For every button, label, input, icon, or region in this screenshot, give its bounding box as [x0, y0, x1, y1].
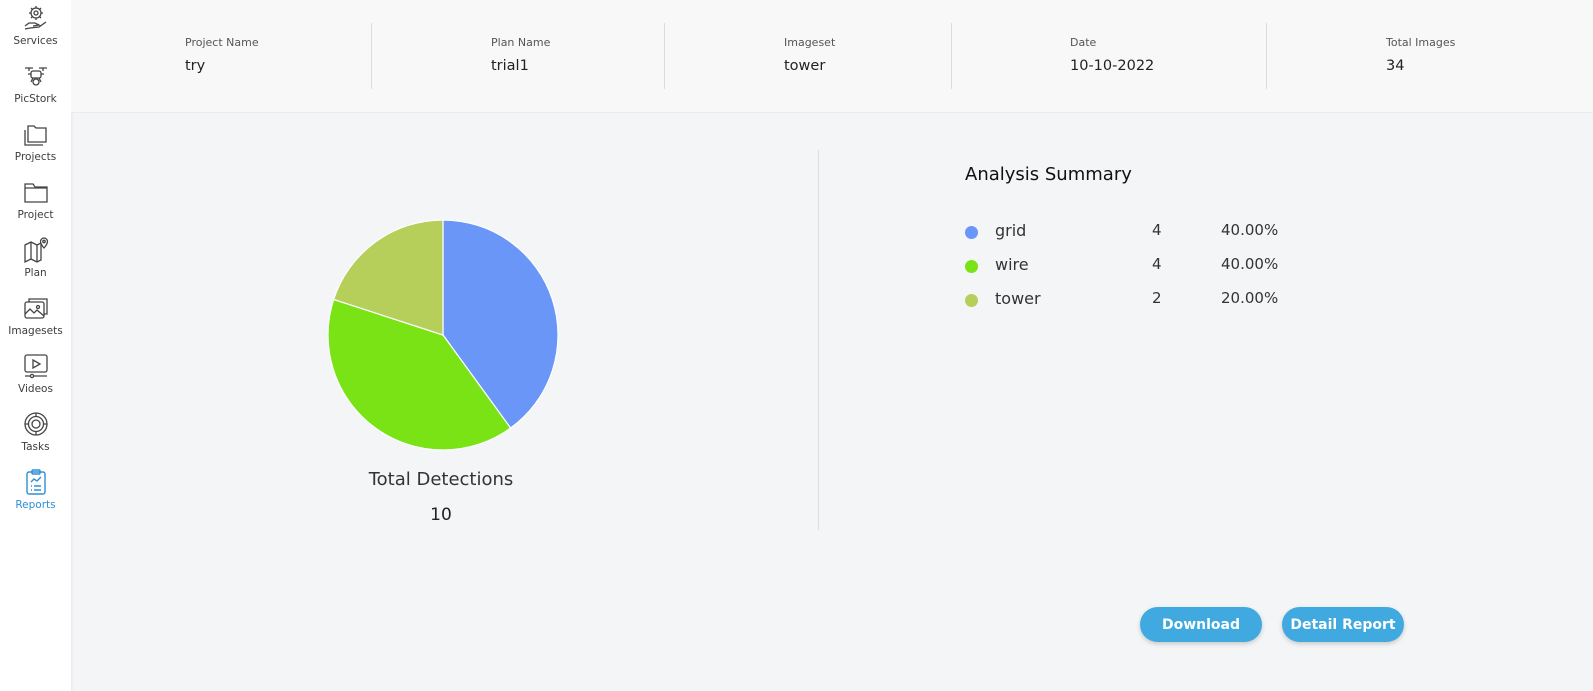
info-project-name: Project Name try — [185, 36, 259, 74]
nav-label: Plan — [24, 267, 47, 279]
total-detections-label: Total Detections — [368, 469, 514, 490]
info-label: Date — [1070, 36, 1097, 49]
info-plan-name: Plan Name trial1 — [491, 36, 550, 74]
divider — [371, 23, 372, 89]
map-pin-icon — [22, 236, 50, 264]
summary-name: grid — [995, 221, 1027, 240]
info-value: 10-10-2022 — [1070, 58, 1155, 74]
info-value: 34 — [1386, 58, 1405, 74]
images-icon — [22, 294, 50, 322]
info-value: trial1 — [491, 58, 529, 74]
info-imageset: Imageset tower — [784, 36, 835, 74]
summary-percent: 40.00% — [1221, 221, 1279, 239]
summary-count: 2 — [1152, 289, 1162, 307]
summary-row-grid: grid 4 40.00% — [965, 221, 1305, 243]
nav-label: Imagesets — [8, 325, 63, 337]
divider — [951, 23, 952, 89]
legend-dot — [965, 294, 978, 307]
summary-name: tower — [995, 289, 1041, 308]
nav-picstork[interactable]: PicStork — [0, 62, 71, 118]
sidebar: Services PicStork Projects Project Plan … — [0, 0, 71, 691]
summary-row-wire: wire 4 40.00% — [965, 255, 1305, 277]
legend-dot — [965, 260, 978, 273]
summary-count: 4 — [1152, 221, 1162, 239]
total-detections-value: 10 — [430, 505, 452, 525]
info-label: Total Images — [1386, 36, 1456, 49]
services-icon — [22, 4, 50, 32]
detail-report-button[interactable]: Detail Report — [1282, 607, 1404, 642]
info-label: Imageset — [784, 36, 836, 49]
report-info-bar: Project Name try Plan Name trial1 Images… — [71, 0, 1593, 113]
nav-project[interactable]: Project — [0, 178, 71, 234]
nav-services[interactable]: Services — [0, 4, 71, 60]
summary-percent: 20.00% — [1221, 289, 1279, 307]
section-divider — [818, 150, 819, 530]
summary-percent: 40.00% — [1221, 255, 1279, 273]
download-button[interactable]: Download — [1140, 607, 1262, 642]
gear-icon — [22, 410, 50, 438]
nav-tasks[interactable]: Tasks — [0, 410, 71, 466]
nav-plan[interactable]: Plan — [0, 236, 71, 292]
legend-dot — [965, 226, 978, 239]
drone-icon — [22, 62, 50, 90]
divider — [1266, 23, 1267, 89]
summary-row-tower: tower 2 20.00% — [965, 289, 1305, 311]
divider — [664, 23, 665, 89]
info-value: try — [185, 58, 206, 74]
nav-projects[interactable]: Projects — [0, 120, 71, 176]
nav-reports[interactable]: Reports — [0, 468, 71, 524]
detections-pie-chart — [325, 217, 561, 453]
video-icon — [22, 352, 50, 380]
nav-label: Project — [17, 209, 54, 221]
pie-chart-svg — [327, 219, 559, 451]
report-clipboard-icon — [22, 468, 50, 496]
summary-title: Analysis Summary — [965, 164, 1132, 185]
nav-label: Reports — [15, 499, 56, 511]
nav-imagesets[interactable]: Imagesets — [0, 294, 71, 350]
info-total-images: Total Images 34 — [1386, 36, 1455, 74]
nav-videos[interactable]: Videos — [0, 352, 71, 408]
nav-label: Projects — [14, 151, 57, 163]
folder-icon — [22, 178, 50, 206]
nav-label: Videos — [18, 383, 53, 395]
info-value: tower — [784, 58, 826, 74]
nav-label: Services — [13, 35, 58, 47]
nav-label: Tasks — [21, 441, 50, 453]
info-label: Plan Name — [491, 36, 551, 49]
info-label: Project Name — [185, 36, 259, 49]
summary-name: wire — [995, 255, 1029, 274]
summary-count: 4 — [1152, 255, 1162, 273]
folders-icon — [22, 120, 50, 148]
info-date: Date 10-10-2022 — [1070, 36, 1154, 74]
nav-label: PicStork — [14, 93, 57, 105]
